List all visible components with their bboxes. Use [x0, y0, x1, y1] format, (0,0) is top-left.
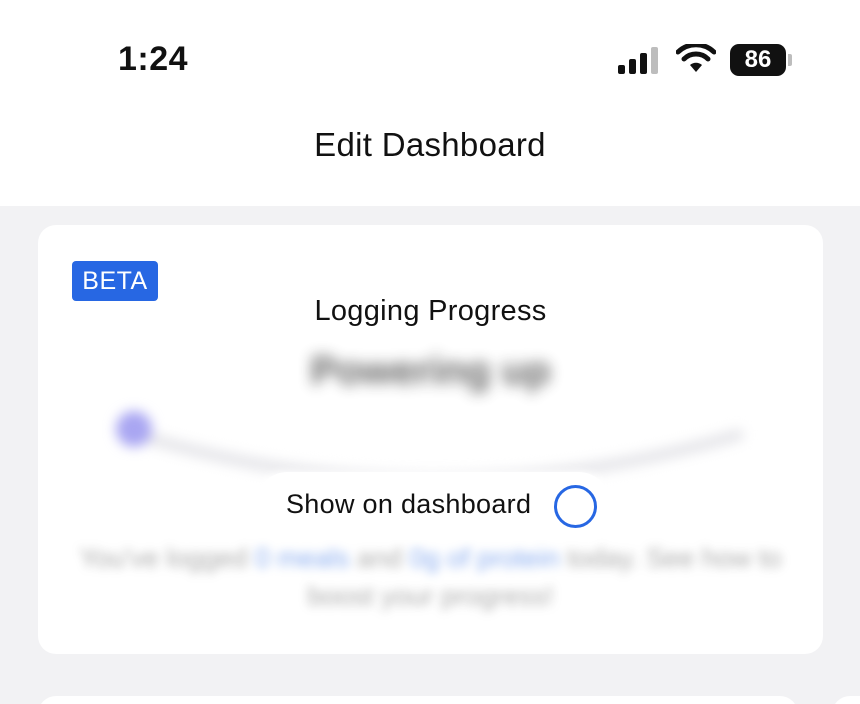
logging-progress-card: BETA Logging Progress Powering up You've… [38, 225, 823, 654]
battery-icon: 86 [730, 44, 786, 76]
card-title: Logging Progress [314, 295, 547, 327]
show-on-dashboard-toggle[interactable]: Show on dashboard [254, 472, 612, 540]
wifi-icon [676, 44, 716, 72]
battery-tip [788, 54, 792, 66]
toggle-label: Show on dashboard [286, 489, 532, 519]
blurred-preview-body: You've logged 0 meals and 0g of protein … [79, 543, 782, 611]
status-time: 1:24 [118, 40, 189, 78]
edit-dashboard-screen: 1:24 86 Edit Dashboard BETA Logging Prog… [0, 0, 860, 704]
header-area: 1:24 86 Edit Dashboard [0, 0, 860, 206]
radio-circle-icon[interactable] [554, 485, 597, 528]
next-card [38, 696, 798, 704]
cellular-signal-icon [618, 46, 660, 74]
page-title: Edit Dashboard [314, 126, 546, 163]
blurred-preview-heading: Powering up [310, 349, 551, 393]
next-card-edge [832, 696, 860, 704]
